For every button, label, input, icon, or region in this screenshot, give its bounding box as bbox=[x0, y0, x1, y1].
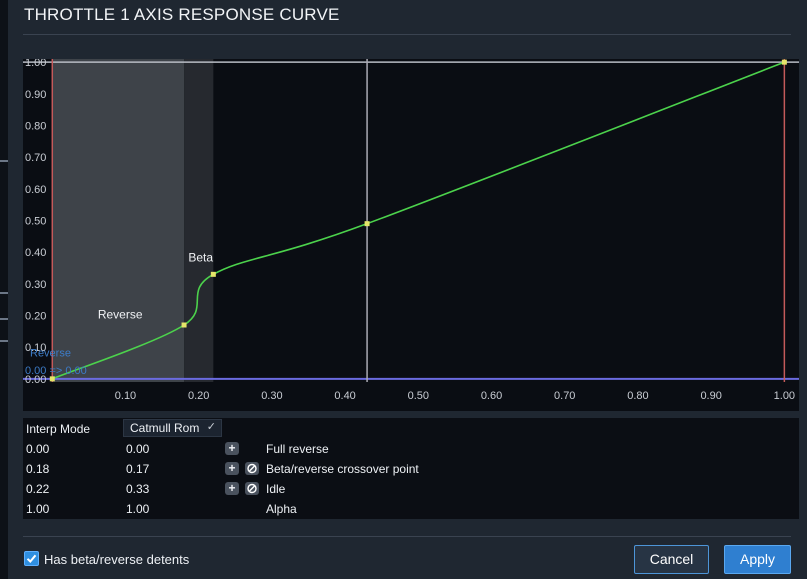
row-label: Beta/reverse crossover point bbox=[266, 462, 419, 476]
add-point-icon[interactable]: + bbox=[225, 442, 239, 455]
y-tick-label: 0.40 bbox=[25, 247, 46, 259]
curve-point bbox=[181, 322, 187, 328]
x-tick-label: 0.20 bbox=[188, 390, 209, 402]
row-x-value[interactable]: 0.22 bbox=[26, 482, 49, 496]
row-y-value[interactable]: 1.00 bbox=[126, 502, 149, 516]
interp-mode-value: Catmull Rom bbox=[130, 421, 200, 435]
row-label: Alpha bbox=[266, 502, 297, 516]
row-x-value[interactable]: 0.00 bbox=[26, 442, 49, 456]
remove-point-icon[interactable] bbox=[245, 482, 259, 495]
y-tick-label: 0.70 bbox=[25, 152, 46, 164]
x-tick-label: 1.00 bbox=[774, 390, 795, 402]
zone-reverse bbox=[52, 59, 185, 382]
y-tick-label: 0.90 bbox=[25, 89, 46, 101]
curve-point bbox=[364, 221, 370, 227]
response-curve-dialog: THROTTLE 1 AXIS RESPONSE CURVE 0.00 0.10 0… bbox=[8, 0, 807, 579]
y-tick-label: 0.80 bbox=[25, 121, 46, 133]
row-y-value[interactable]: 0.00 bbox=[126, 442, 149, 456]
checkmark-icon bbox=[26, 554, 37, 563]
background-mark bbox=[0, 318, 8, 320]
apply-button[interactable]: Apply bbox=[724, 545, 791, 574]
y-tick-label: 0.20 bbox=[25, 311, 46, 323]
interp-mode-dropdown[interactable]: Catmull Rom ✓ bbox=[123, 419, 222, 437]
x-tick-label: 0.30 bbox=[261, 390, 282, 402]
curve-point bbox=[781, 59, 787, 65]
curve-point bbox=[210, 271, 216, 277]
interp-mode-label: Interp Mode bbox=[26, 422, 91, 436]
row-x-value[interactable]: 1.00 bbox=[26, 502, 49, 516]
zone-label: Reverse bbox=[98, 308, 143, 322]
background-mark bbox=[0, 292, 8, 294]
footer-divider bbox=[23, 536, 791, 537]
cancel-button[interactable]: Cancel bbox=[634, 545, 709, 574]
add-point-icon[interactable]: + bbox=[225, 462, 239, 475]
y-tick-label: 0.50 bbox=[25, 216, 46, 228]
chart-canvas[interactable]: 0.000.100.200.300.400.500.600.700.800.90… bbox=[23, 59, 799, 411]
x-tick-label: 0.70 bbox=[554, 390, 575, 402]
zone-label: Beta bbox=[188, 251, 213, 265]
x-tick-label: 0.50 bbox=[408, 390, 429, 402]
row-y-value[interactable]: 0.17 bbox=[126, 462, 149, 476]
row-y-value[interactable]: 0.33 bbox=[126, 482, 149, 496]
x-tick-label: 0.40 bbox=[334, 390, 355, 402]
row-label: Idle bbox=[266, 482, 286, 496]
response-curve-chart[interactable]: 0.00 0.10 0.20 0.30 0.40 0.50 0.60 0.70 0.80 0.90… bbox=[23, 59, 799, 411]
y-tick-label: 0.30 bbox=[25, 279, 46, 291]
x-tick-label: 0.10 bbox=[115, 390, 136, 402]
row-label: Full reverse bbox=[266, 442, 329, 456]
y-tick-label: 0.60 bbox=[25, 184, 46, 196]
title-divider bbox=[23, 34, 791, 35]
dialog-title: THROTTLE 1 AXIS RESPONSE CURVE bbox=[24, 5, 340, 24]
background-window-strip bbox=[0, 0, 8, 579]
beta-reverse-checkbox[interactable] bbox=[24, 551, 39, 566]
beta-reverse-checkbox-label[interactable]: Has beta/reverse detents bbox=[44, 552, 189, 567]
y-tick-label: 1.00 bbox=[25, 59, 46, 69]
curve-points-table: Interp Mode Catmull Rom ✓ 0.00 0.00 + Fu… bbox=[23, 418, 799, 519]
readout-value: 0.00 => 0.00 bbox=[25, 365, 87, 377]
x-tick-label: 0.60 bbox=[481, 390, 502, 402]
remove-point-icon[interactable] bbox=[245, 462, 259, 475]
background-mark bbox=[0, 340, 8, 342]
background-mark bbox=[0, 160, 8, 162]
readout-label: Reverse bbox=[30, 348, 71, 360]
x-tick-label: 0.80 bbox=[627, 390, 648, 402]
x-tick-label: 0.90 bbox=[700, 390, 721, 402]
chevron-down-icon: ✓ bbox=[206, 421, 216, 433]
add-point-icon[interactable]: + bbox=[225, 482, 239, 495]
row-x-value[interactable]: 0.18 bbox=[26, 462, 49, 476]
zone-beta bbox=[184, 59, 214, 382]
